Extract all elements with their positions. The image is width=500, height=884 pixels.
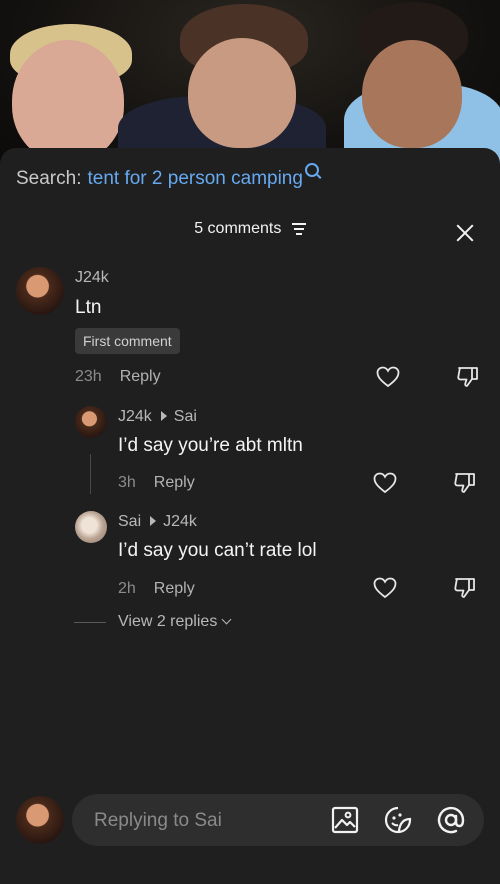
reply-button[interactable]: Reply <box>120 368 161 385</box>
avatar[interactable] <box>16 267 64 315</box>
input-placeholder: Replying to Sai <box>94 810 222 831</box>
view-replies-divider <box>74 622 106 623</box>
comment-username[interactable]: J24k <box>75 269 109 287</box>
dislike-icon[interactable] <box>453 577 477 599</box>
search-label: Search: <box>16 168 82 189</box>
comment-text: Ltn <box>75 297 102 318</box>
like-heart-icon[interactable] <box>376 366 400 388</box>
reply-text: I’d say you can’t rate lol <box>118 540 317 561</box>
reply-text: I’d say you’re abt mltn <box>118 435 303 456</box>
reply-arrow-icon <box>160 411 167 421</box>
first-comment-badge: First comment <box>75 328 180 354</box>
reply-target[interactable]: Sai <box>174 408 197 425</box>
reply-button[interactable]: Reply <box>154 580 195 597</box>
like-heart-icon[interactable] <box>373 577 397 599</box>
chevron-down-icon <box>221 614 232 625</box>
reply-time: 3h <box>118 474 136 491</box>
mention-at-icon[interactable] <box>437 806 465 834</box>
search-suggestion[interactable]: Search: tent for 2 person camping <box>16 163 319 190</box>
dislike-icon[interactable] <box>456 366 480 388</box>
reply-username: Sai J24k <box>118 513 197 531</box>
close-icon[interactable] <box>456 224 474 242</box>
reply-button[interactable]: Reply <box>154 474 195 491</box>
reply-arrow-icon <box>150 516 157 526</box>
dislike-icon[interactable] <box>453 472 477 494</box>
avatar[interactable] <box>75 511 107 543</box>
view-replies-label: View 2 replies <box>118 613 218 630</box>
emoji-sticker-icon[interactable] <box>384 806 412 834</box>
comment-meta: 23h Reply <box>75 368 161 386</box>
reply-author[interactable]: J24k <box>118 408 152 425</box>
reply-username: J24k Sai <box>118 408 197 426</box>
comments-header: 5 comments <box>0 220 500 244</box>
comments-sheet: Search: tent for 2 person camping 5 comme… <box>0 148 500 884</box>
comment-time: 23h <box>75 368 102 385</box>
filter-icon[interactable] <box>291 223 306 235</box>
avatar[interactable] <box>75 406 107 438</box>
reply-meta: 2h Reply <box>118 580 195 598</box>
background-video-frame <box>0 0 500 170</box>
reply-author[interactable]: Sai <box>118 513 141 530</box>
thread-line <box>90 454 91 494</box>
search-icon <box>304 163 319 177</box>
image-icon[interactable] <box>331 806 359 834</box>
reply-time: 2h <box>118 580 136 597</box>
reply-target[interactable]: J24k <box>163 513 197 530</box>
search-query-link[interactable]: tent for 2 person camping <box>87 168 302 189</box>
reply-meta: 3h Reply <box>118 474 195 492</box>
like-heart-icon[interactable] <box>373 472 397 494</box>
comment-input[interactable]: Replying to Sai <box>72 794 484 846</box>
avatar[interactable] <box>16 796 64 844</box>
view-replies-button[interactable]: View 2 replies <box>118 613 232 631</box>
comment-count: 5 comments <box>194 220 282 237</box>
